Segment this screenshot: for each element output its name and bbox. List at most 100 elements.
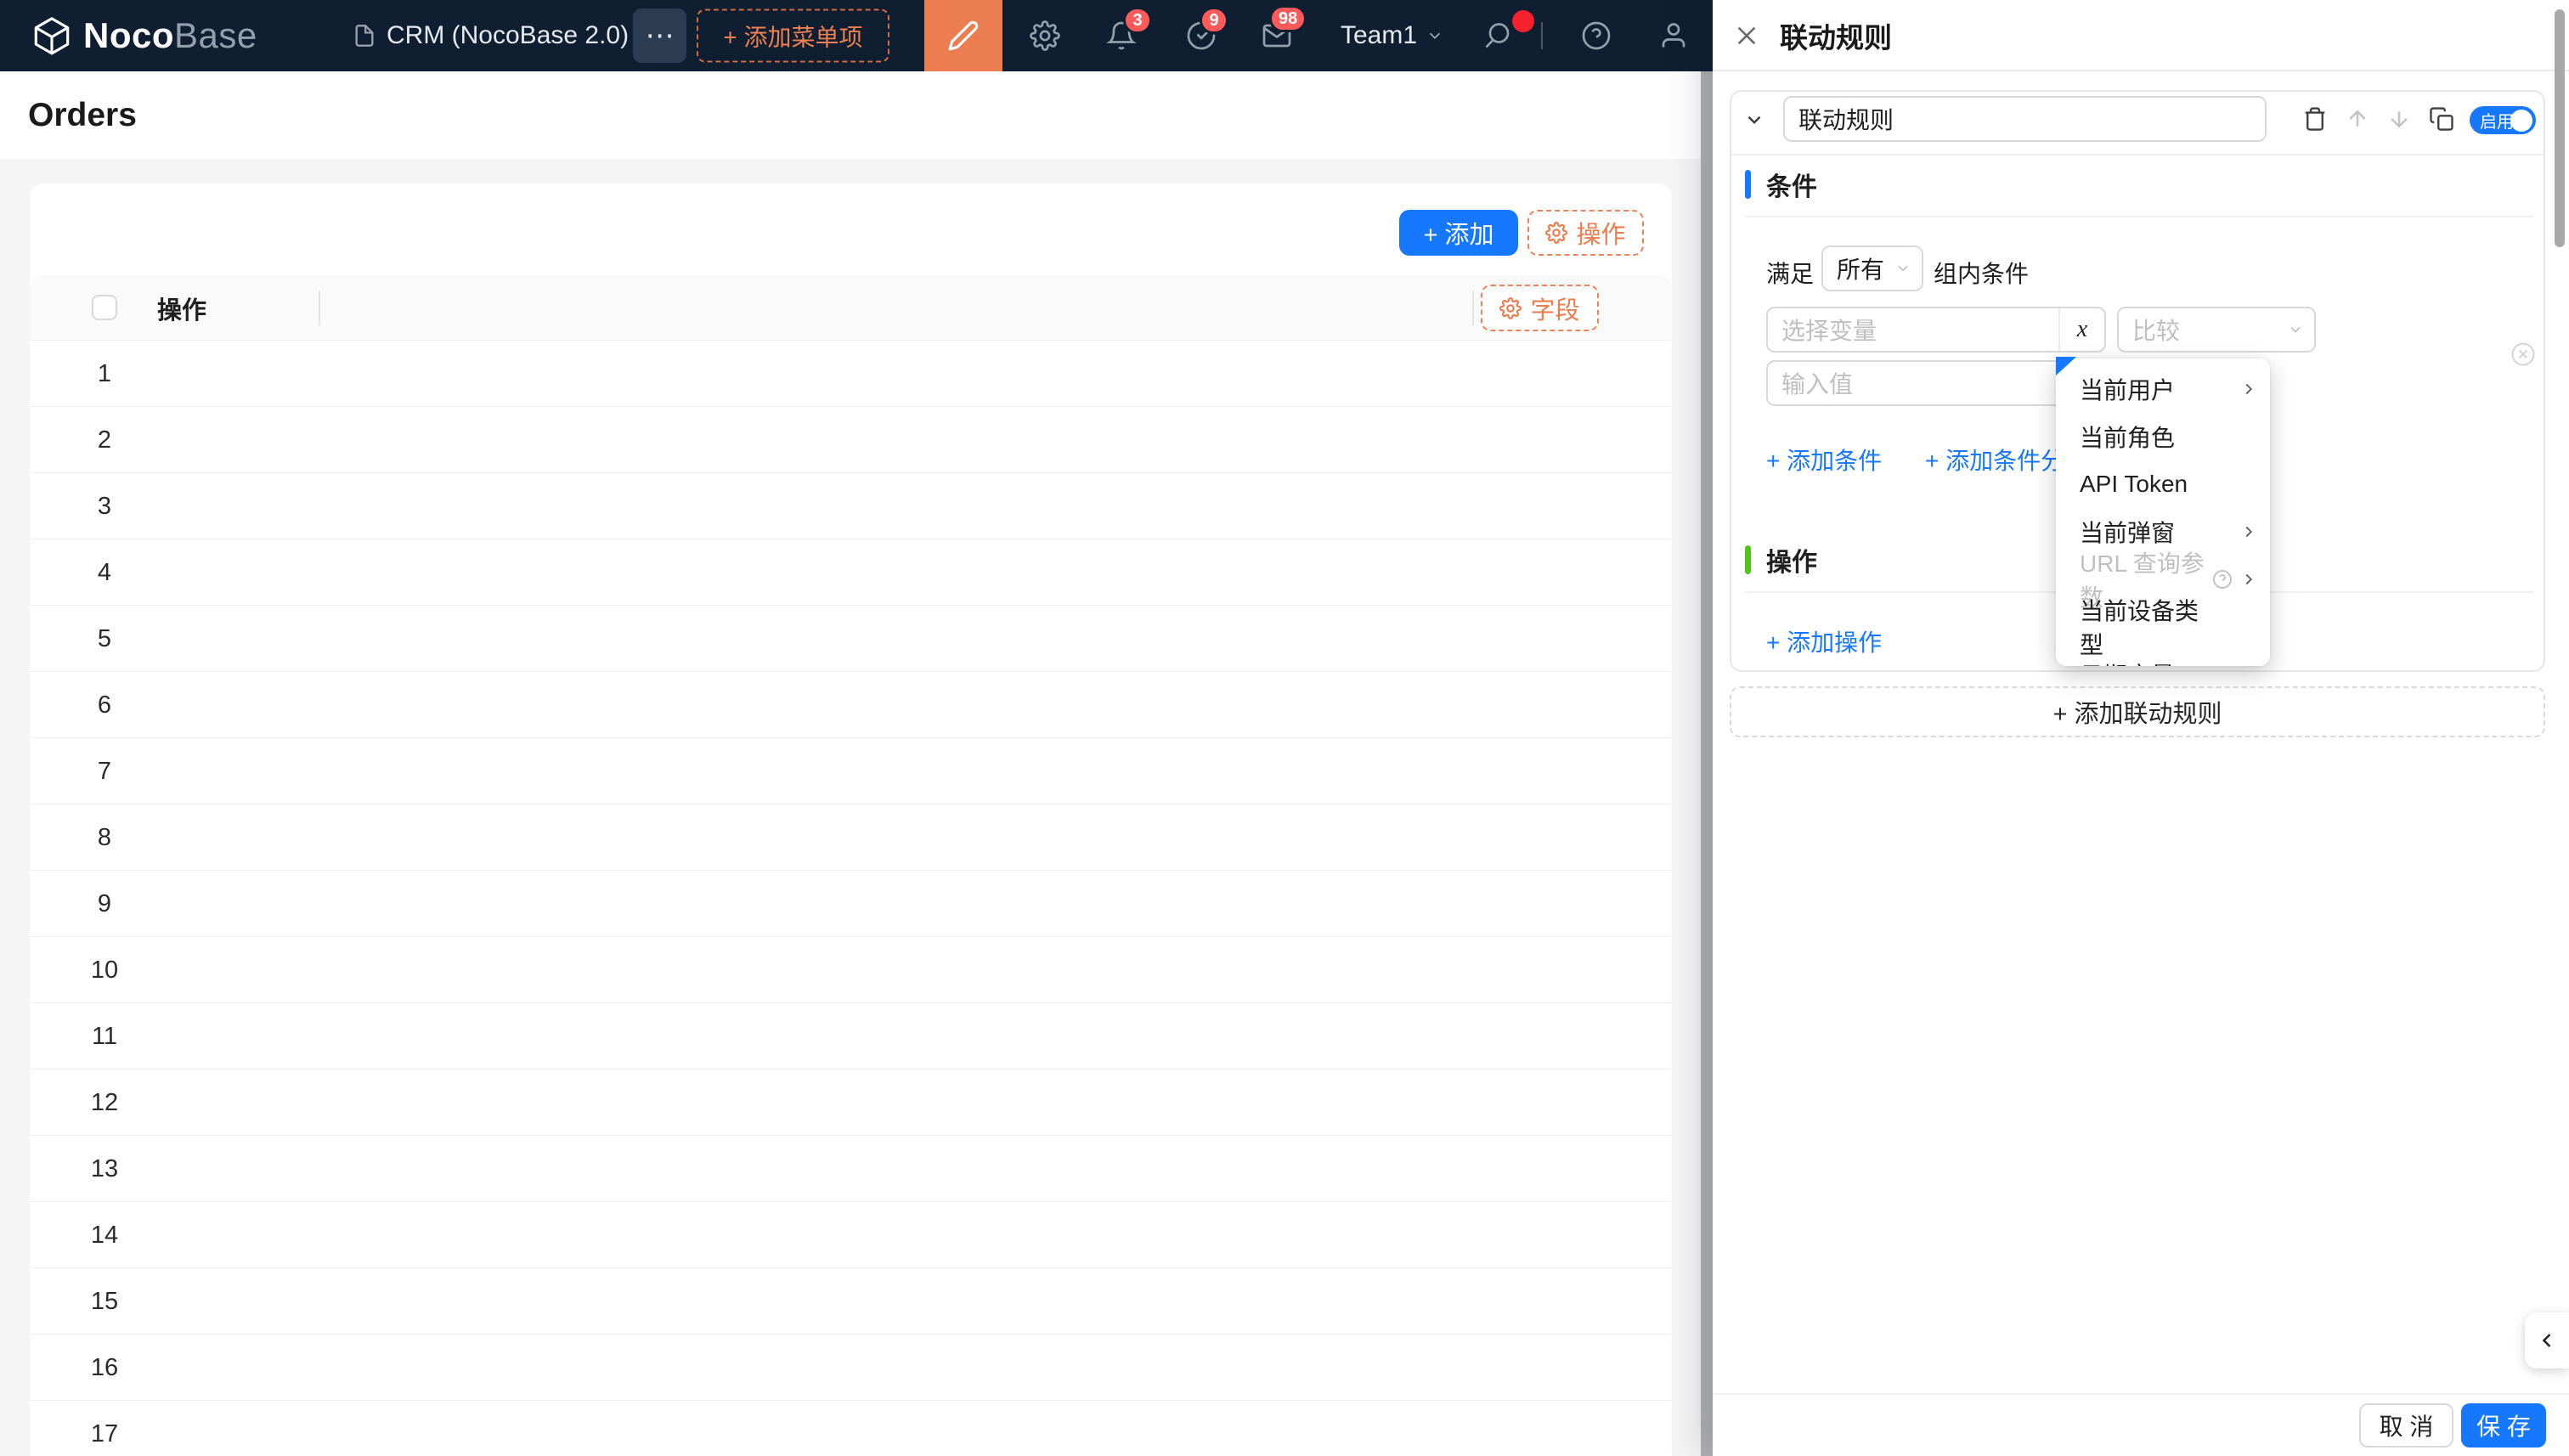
dropdown-menu-item[interactable]: API Token: [2056, 460, 2270, 508]
variable-x-button[interactable]: x: [2058, 308, 2104, 351]
action-section-bar: [1745, 545, 1751, 574]
row-index: 1: [97, 360, 112, 387]
page-file-icon: [353, 24, 376, 48]
footer-divider: [1713, 1393, 2569, 1395]
cancel-button[interactable]: 取 消: [2359, 1403, 2453, 1448]
add-record-label: + 添加: [1423, 222, 1494, 249]
delete-rule-icon[interactable]: [2302, 106, 2328, 132]
table-row[interactable]: 17: [30, 1401, 1672, 1456]
remove-condition-icon[interactable]: [2510, 341, 2536, 367]
screen: NocoBase CRM (NocoBase 2.0) ⋯ + 添加菜单项 3 …: [0, 0, 2569, 1456]
drawer-collapse-handle[interactable]: [2525, 1312, 2569, 1369]
gear-icon: [1499, 296, 1522, 319]
menu-item-label: API Token: [2080, 471, 2188, 497]
add-linkage-rule-button[interactable]: + 添加联动规则: [1730, 686, 2545, 737]
row-index: 15: [90, 1288, 119, 1315]
table-row[interactable]: 16: [30, 1335, 1672, 1401]
table-row[interactable]: 12: [30, 1069, 1672, 1136]
divider: [1745, 216, 2533, 217]
table-row[interactable]: 7: [30, 738, 1672, 804]
menu-more-button[interactable]: ⋯: [633, 8, 686, 63]
variable-placeholder: 选择变量: [1781, 318, 1877, 344]
table-row[interactable]: 14: [30, 1202, 1672, 1268]
move-down-icon[interactable]: [2386, 106, 2412, 132]
dropdown-scrollbar[interactable]: [2555, 9, 2565, 247]
table-row[interactable]: 11: [30, 1003, 1672, 1069]
add-record-button[interactable]: + 添加: [1399, 210, 1518, 256]
search-alert-dot: [1512, 10, 1534, 32]
table-row[interactable]: 15: [30, 1268, 1672, 1335]
table-row[interactable]: 10: [30, 937, 1672, 1003]
cube-logo-icon: [32, 16, 71, 55]
drawer-header: 联动规则: [1713, 0, 2569, 71]
value-placeholder: 输入值: [1781, 371, 1854, 398]
menu-item-label: 日期变量: [2080, 657, 2175, 666]
row-index: 16: [90, 1354, 119, 1381]
dropdown-menu-item[interactable]: 当前用户: [2056, 365, 2270, 413]
meet-label: 满足: [1766, 261, 1815, 287]
configure-actions-button[interactable]: 操作: [1527, 210, 1644, 256]
save-button[interactable]: 保 存: [2461, 1403, 2546, 1448]
team-switcher[interactable]: Team1: [1341, 21, 1444, 50]
table-row[interactable]: 2: [30, 407, 1672, 473]
dropdown-menu-item[interactable]: 当前角色: [2056, 413, 2270, 460]
table-header: 操作 字段: [30, 275, 1672, 341]
menu-item-label: 当前设备类型: [2080, 598, 2199, 658]
collapse-chevron-icon[interactable]: [1743, 109, 1765, 131]
menu-item-crm[interactable]: CRM (NocoBase 2.0): [353, 21, 629, 50]
settings-gear-icon[interactable]: [1030, 20, 1060, 51]
enable-toggle-label: 启用: [2480, 113, 2514, 132]
enable-toggle[interactable]: 启用: [2470, 106, 2536, 134]
table-row[interactable]: 9: [30, 871, 1672, 937]
add-action-link[interactable]: + 添加操作: [1766, 624, 1882, 658]
table-row[interactable]: 13: [30, 1136, 1672, 1202]
chevron-down-icon: [2287, 321, 2304, 338]
chevron-down-icon: [1426, 26, 1444, 45]
configure-fields-label: 字段: [1530, 296, 1580, 324]
close-icon[interactable]: [1733, 22, 1760, 49]
rule-name-input[interactable]: 联动规则: [1783, 96, 2267, 142]
orders-table-card: + 添加 操作 操作 字段 1 2 3 4 5 6 7 8 9 10 11 12…: [30, 183, 1672, 1456]
table-row[interactable]: 1: [30, 341, 1672, 407]
add-condition-link[interactable]: + 添加条件: [1766, 443, 1882, 477]
divider: [1731, 154, 2544, 155]
value-input[interactable]: 输入值: [1766, 360, 2106, 406]
nocobase-logo[interactable]: NocoBase: [32, 15, 257, 56]
select-all-checkbox[interactable]: [92, 295, 117, 320]
column-divider: [1472, 291, 1474, 325]
table-row[interactable]: 6: [30, 672, 1672, 738]
chevron-right-icon: [2239, 570, 2258, 589]
chevron-left-icon: [2535, 1329, 2559, 1352]
menu-item-label: CRM (NocoBase 2.0): [387, 21, 630, 49]
dropdown-menu-item[interactable]: 当前设备类型: [2056, 598, 2270, 658]
help-question-icon[interactable]: [1581, 20, 1612, 51]
table-row[interactable]: 4: [30, 539, 1672, 606]
operator-select[interactable]: 比较: [2117, 307, 2316, 353]
row-index: 3: [97, 493, 112, 520]
navbar-divider: [1541, 22, 1543, 49]
search-icon[interactable]: [1482, 20, 1513, 51]
table-row[interactable]: 3: [30, 473, 1672, 539]
table-row[interactable]: 5: [30, 606, 1672, 672]
row-index: 8: [97, 824, 112, 851]
variable-corner-marker: [2056, 357, 2076, 375]
row-index: 12: [90, 1089, 119, 1116]
add-menu-item-button[interactable]: + 添加菜单项: [697, 8, 889, 63]
meet-mode-select[interactable]: 所有: [1821, 245, 1923, 291]
menu-item-label: 当前角色: [2080, 425, 2176, 451]
top-navbar: NocoBase CRM (NocoBase 2.0) ⋯ + 添加菜单项 3 …: [0, 0, 1713, 71]
variable-select-input[interactable]: 选择变量 x: [1766, 307, 2106, 353]
row-index: 11: [91, 1023, 118, 1050]
configure-fields-button[interactable]: 字段: [1481, 285, 1599, 331]
table-row[interactable]: 8: [30, 804, 1672, 871]
condition-heading: 条件: [1766, 173, 1817, 201]
duplicate-rule-icon[interactable]: [2429, 106, 2454, 132]
user-profile-icon[interactable]: [1658, 20, 1689, 51]
highlighter-pen-icon: [947, 20, 980, 52]
ui-editor-button[interactable]: [924, 0, 1002, 71]
page-header: Orders: [0, 71, 1713, 159]
main-scrollbar[interactable]: [1701, 71, 1713, 1456]
move-up-icon[interactable]: [2345, 106, 2370, 132]
help-circle-icon: [2212, 569, 2233, 590]
meet-mode-value: 所有: [1837, 257, 1885, 283]
